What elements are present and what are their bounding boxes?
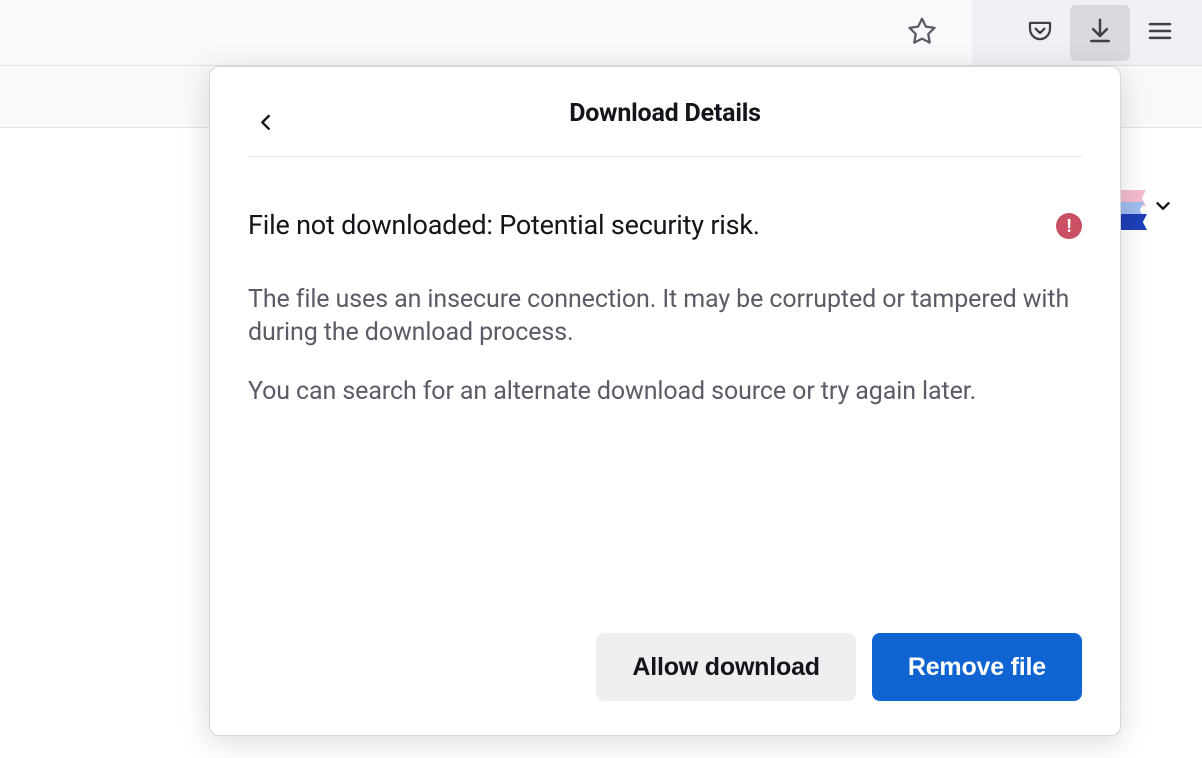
panel-actions: Allow download Remove file	[248, 623, 1082, 701]
panel-title: Download Details	[569, 99, 761, 128]
allow-download-button[interactable]: Allow download	[596, 633, 855, 701]
hamburger-icon	[1145, 16, 1175, 50]
browser-toolbar	[0, 0, 1202, 66]
panel-body: File not downloaded: Potential security …	[248, 157, 1082, 623]
panel-header: Download Details	[248, 99, 1082, 157]
download-details-panel: Download Details File not downloaded: Po…	[209, 66, 1121, 736]
chevron-left-icon	[255, 108, 277, 140]
downloads-button[interactable]	[1070, 5, 1130, 61]
warning-description-1: The file uses an insecure connection. It…	[248, 283, 1082, 349]
pocket-icon	[1025, 16, 1055, 50]
chevron-down-icon[interactable]	[1152, 195, 1174, 221]
alert-icon: !	[1056, 213, 1082, 239]
toolbar-right-icons	[1010, 0, 1202, 66]
pocket-button[interactable]	[1010, 5, 1070, 61]
star-icon	[906, 15, 938, 51]
warning-description-2: You can search for an alternate download…	[248, 375, 1082, 408]
download-icon	[1085, 16, 1115, 50]
bookmark-star-button[interactable]	[892, 5, 952, 61]
right-edge-decoration	[1116, 190, 1174, 226]
url-bar-region[interactable]	[0, 0, 972, 65]
back-button[interactable]	[248, 106, 284, 142]
warning-row: File not downloaded: Potential security …	[248, 209, 1082, 241]
warning-heading: File not downloaded: Potential security …	[248, 209, 760, 241]
app-menu-button[interactable]	[1130, 5, 1190, 61]
remove-file-button[interactable]: Remove file	[872, 633, 1082, 701]
